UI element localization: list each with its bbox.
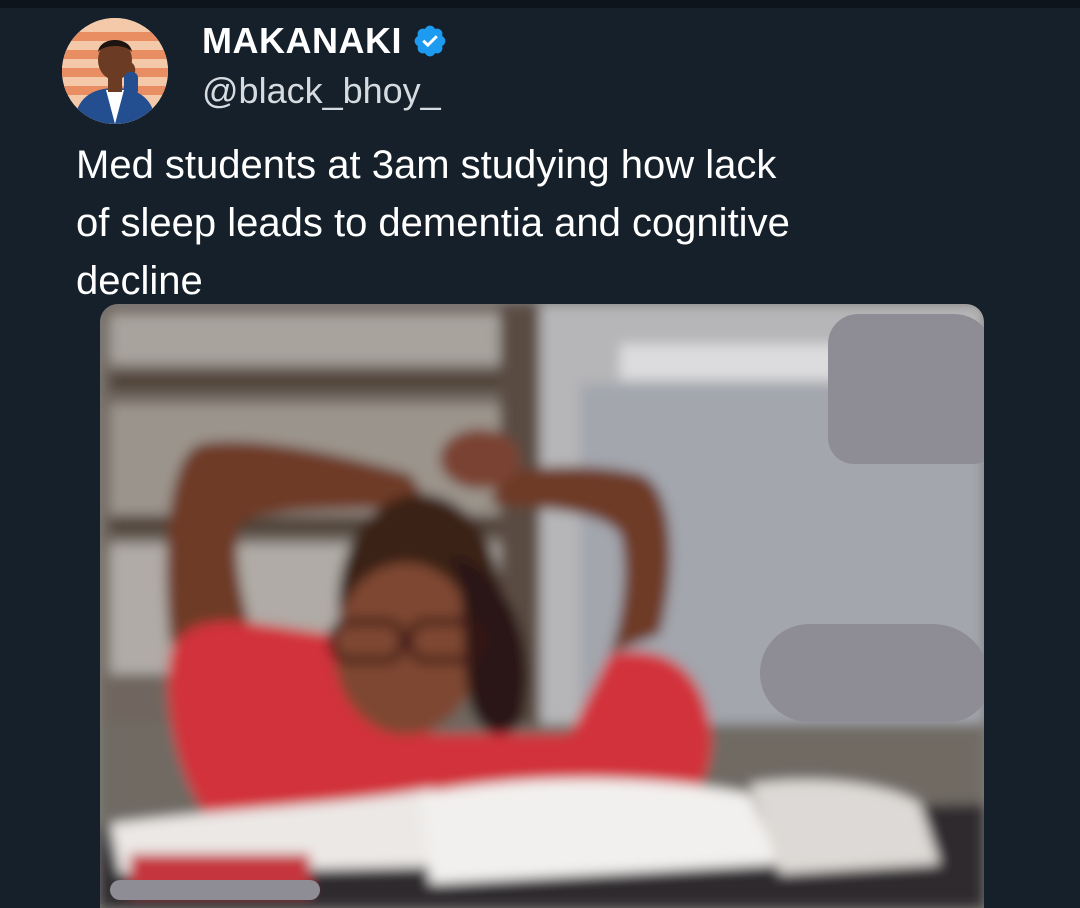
- top-edge-bar: [0, 0, 1080, 8]
- redaction-patch: [760, 624, 984, 722]
- redaction-patch: [828, 314, 984, 464]
- handle[interactable]: @black_bhoy_: [202, 70, 441, 112]
- tweet-media-image[interactable]: [100, 304, 984, 908]
- tweet-text-line: of sleep leads to dementia and cognitive: [76, 201, 790, 245]
- display-name[interactable]: MAKANAKI: [202, 20, 402, 62]
- author-header: MAKANAKI: [202, 20, 448, 62]
- redaction-patch: [110, 880, 320, 900]
- tweet-card[interactable]: MAKANAKI @black_bhoy_ Med students at 3a…: [0, 8, 1080, 908]
- verified-badge-icon: [414, 25, 446, 57]
- tweet-text-line: Med students at 3am studying how lack: [76, 143, 777, 187]
- tweet-text-line: decline: [76, 259, 203, 303]
- tweet-text: Med students at 3am studying how lack of…: [76, 136, 976, 310]
- avatar[interactable]: [62, 18, 168, 124]
